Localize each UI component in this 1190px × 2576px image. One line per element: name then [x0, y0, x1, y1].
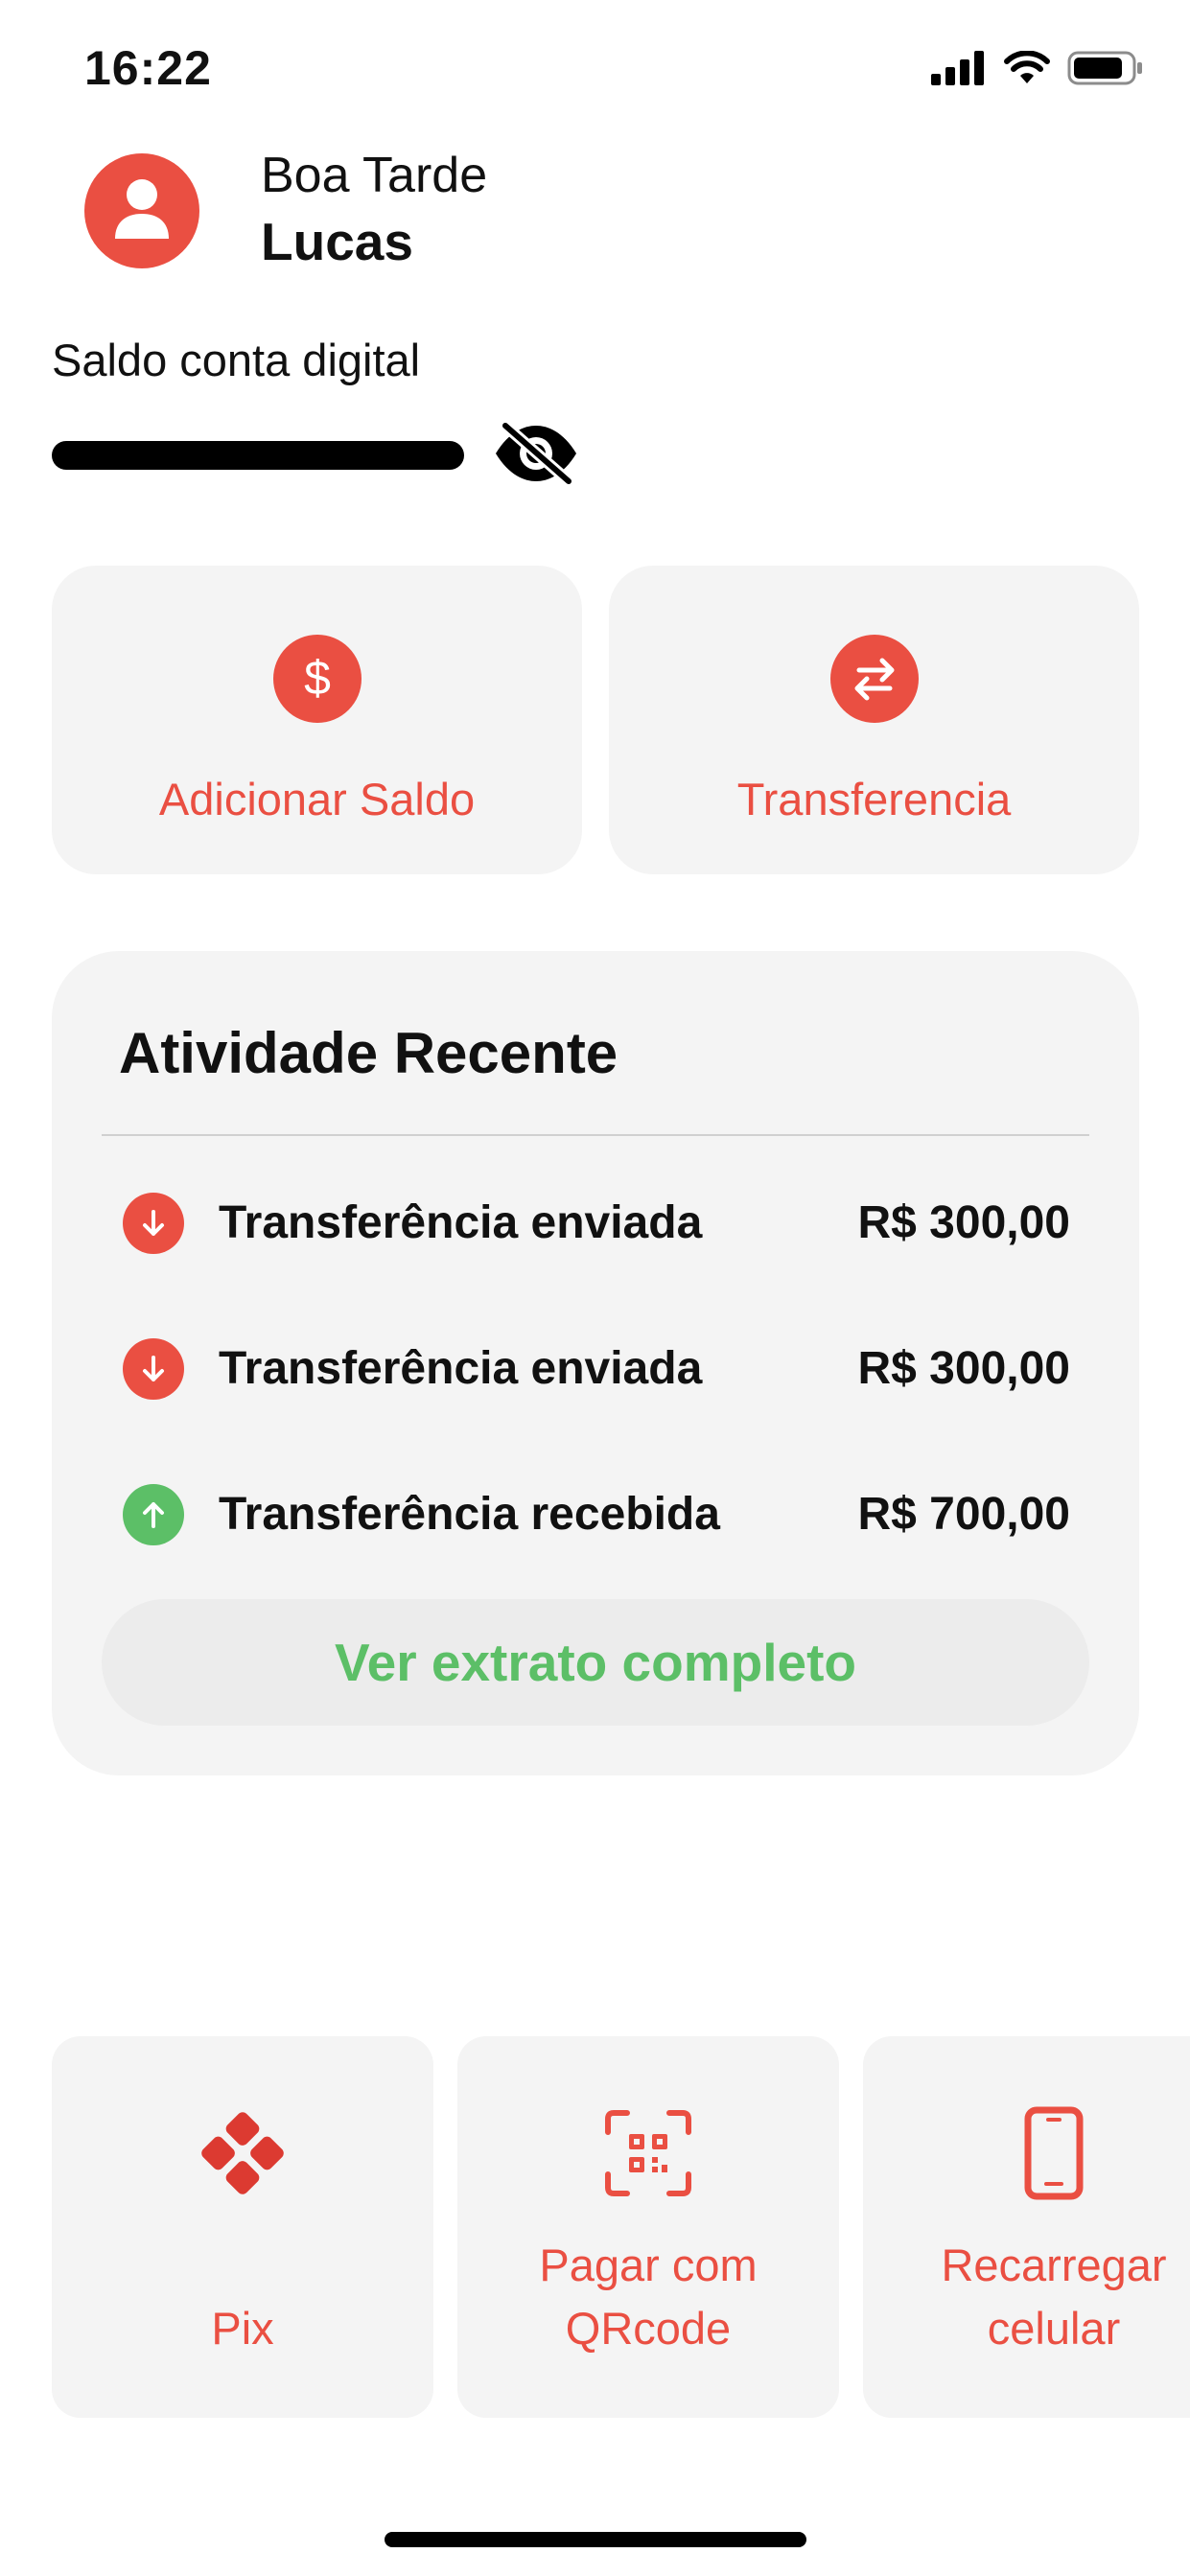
- add-balance-label: Adicionar Saldo: [158, 774, 476, 824]
- transfer-label: Transferencia: [736, 774, 1012, 824]
- phone-icon: [863, 2096, 1190, 2211]
- balance-label: Saldo conta digital: [52, 335, 421, 385]
- eye-slash-icon: [492, 419, 580, 490]
- transfer-arrows-icon: [829, 635, 919, 723]
- status-time: 16:22: [84, 41, 212, 95]
- transaction-row[interactable]: Transferência enviada R$ 300,00: [52, 1319, 1139, 1415]
- avatar[interactable]: [84, 153, 199, 268]
- divider: [102, 1134, 1089, 1136]
- balance-hidden-bar: [52, 441, 464, 470]
- transaction-label: Transferência enviada: [219, 1197, 703, 1248]
- qr-scan-icon: [457, 2096, 839, 2211]
- status-bar: 16:22: [0, 0, 1190, 144]
- recent-activity-title: Atividade Recente: [119, 1021, 618, 1085]
- greeting-text: Boa Tarde: [261, 148, 488, 203]
- battery-icon: [1067, 50, 1144, 91]
- pix-button[interactable]: Pix: [52, 2036, 433, 2418]
- home-indicator: [385, 2532, 806, 2547]
- pay-qrcode-label-line1: Pagar com: [539, 2239, 758, 2290]
- user-name: Lucas: [261, 212, 413, 271]
- arrow-down-icon: [123, 1193, 184, 1254]
- pix-icon: [52, 2096, 433, 2211]
- pay-qrcode-label-line2: QRcode: [565, 2303, 732, 2354]
- transaction-row[interactable]: Transferência enviada R$ 300,00: [52, 1173, 1139, 1269]
- phone-recharge-label-line1: Recarregar: [941, 2239, 1167, 2290]
- svg-text:$: $: [304, 652, 331, 705]
- pay-qrcode-button[interactable]: Pagar com QRcode: [457, 2036, 839, 2418]
- phone-recharge-label-line2: celular: [987, 2303, 1121, 2354]
- signal-icon: [931, 51, 987, 90]
- transaction-amount: R$ 300,00: [857, 1197, 1070, 1248]
- transaction-label: Transferência recebida: [219, 1489, 720, 1540]
- status-icons: [931, 50, 1144, 91]
- add-balance-button[interactable]: $ Adicionar Saldo: [52, 566, 582, 874]
- wifi-icon: [1004, 50, 1050, 90]
- transaction-amount: R$ 700,00: [857, 1489, 1070, 1540]
- view-full-statement-button[interactable]: Ver extrato completo: [102, 1599, 1089, 1726]
- user-icon: [113, 177, 171, 245]
- transaction-amount: R$ 300,00: [857, 1343, 1070, 1394]
- phone-recharge-button[interactable]: Recarregar celular: [863, 2036, 1190, 2418]
- dollar-icon: $: [272, 635, 362, 723]
- transfer-button[interactable]: Transferencia: [609, 566, 1139, 874]
- pix-label: Pix: [211, 2303, 274, 2354]
- transaction-label: Transferência enviada: [219, 1343, 703, 1394]
- arrow-down-icon: [123, 1338, 184, 1400]
- balance-visibility-toggle[interactable]: [492, 419, 580, 490]
- arrow-up-icon: [123, 1484, 184, 1545]
- transaction-row[interactable]: Transferência recebida R$ 700,00: [52, 1465, 1139, 1561]
- recent-activity-panel: Atividade Recente Transferência enviada …: [52, 951, 1139, 1775]
